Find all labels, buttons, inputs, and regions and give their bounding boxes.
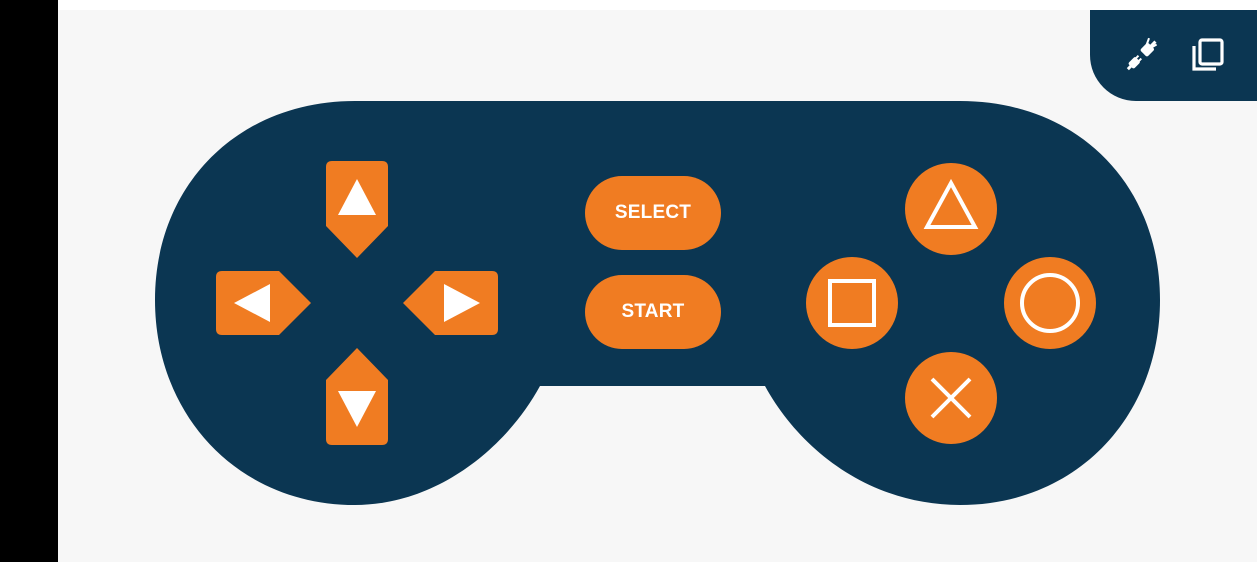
- dpad-right-button[interactable]: [403, 271, 498, 335]
- circle-button[interactable]: [1004, 257, 1096, 349]
- select-button[interactable]: SELECT: [585, 176, 721, 250]
- select-button-label: SELECT: [614, 202, 692, 223]
- square-icon: [828, 279, 876, 327]
- triangle-button[interactable]: [905, 163, 997, 255]
- triangle-icon: [923, 178, 979, 229]
- dpad-down-button[interactable]: [326, 347, 388, 445]
- circle-icon: [1020, 273, 1080, 333]
- dpad-left-button[interactable]: [216, 271, 311, 335]
- start-button-label: START: [621, 301, 685, 322]
- cross-icon: [930, 377, 972, 419]
- start-button[interactable]: START: [585, 275, 721, 349]
- dpad-up-button[interactable]: [326, 161, 388, 259]
- square-button[interactable]: [806, 257, 898, 349]
- cross-button[interactable]: [905, 352, 997, 444]
- gamepad-screen: SELECT START: [0, 0, 1257, 562]
